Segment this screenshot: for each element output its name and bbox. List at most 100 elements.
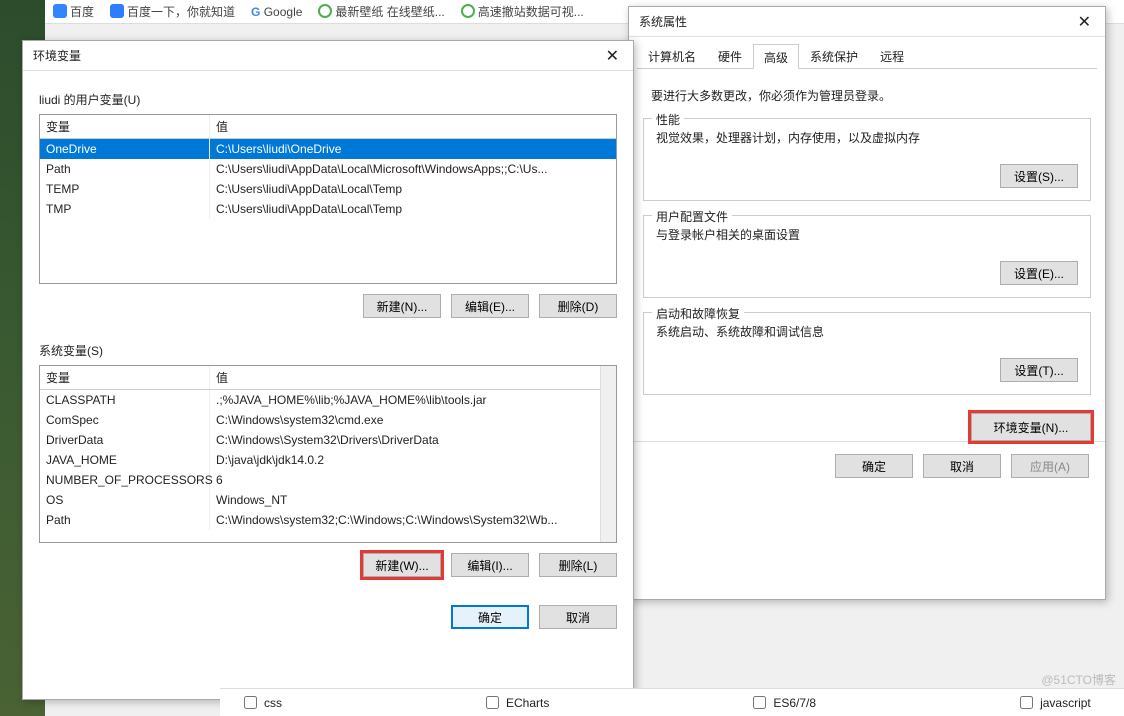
tab-computer-name[interactable]: 计算机名 xyxy=(637,43,707,68)
cb-label: ES6/7/8 xyxy=(773,696,816,710)
tab-system-protection[interactable]: 系统保护 xyxy=(799,43,869,68)
checkbox[interactable] xyxy=(1020,696,1033,709)
cell-val: C:\Windows\system32;C:\Windows;C:\Window… xyxy=(210,510,616,530)
dialog-title: 环境变量 xyxy=(33,47,81,64)
bookmark-gaosu[interactable]: 高速撤站数据可视... xyxy=(461,3,584,20)
list-row[interactable]: OneDrive C:\Users\liudi\OneDrive xyxy=(40,139,616,159)
section-text: 系统启动、系统故障和调试信息 xyxy=(656,323,1078,340)
tab-remote[interactable]: 远程 xyxy=(869,43,915,68)
tab-advanced[interactable]: 高级 xyxy=(753,44,799,69)
bookmark-label: 高速撤站数据可视... xyxy=(478,5,584,19)
list-row[interactable]: Path C:\Users\liudi\AppData\Local\Micros… xyxy=(40,159,616,179)
ok-button[interactable]: 确定 xyxy=(835,454,913,478)
list-row[interactable]: JAVA_HOMED:\java\jdk\jdk14.0.2 xyxy=(40,450,616,470)
cell-val: C:\Users\liudi\AppData\Local\Temp xyxy=(210,179,616,199)
close-icon[interactable]: ✕ xyxy=(1074,12,1095,32)
list-header[interactable]: 变量 值 xyxy=(40,115,616,139)
user-vars-label: liudi 的用户变量(U) xyxy=(39,91,617,108)
edit-e-button[interactable]: 编辑(E)... xyxy=(451,294,529,318)
system-properties-dialog: 系统属性 ✕ 计算机名 硬件 高级 系统保护 远程 要进行大多数更改，你必须作为… xyxy=(628,6,1106,600)
cell-var: JAVA_HOME xyxy=(40,450,210,470)
checkbox[interactable] xyxy=(486,696,499,709)
apply-button[interactable]: 应用(A) xyxy=(1011,454,1089,478)
list-row[interactable]: PathC:\Windows\system32;C:\Windows;C:\Wi… xyxy=(40,510,616,530)
list-row[interactable]: NUMBER_OF_PROCESSORS6 xyxy=(40,470,616,490)
cb-label: ECharts xyxy=(506,696,549,710)
settings-s-button[interactable]: 设置(S)... xyxy=(1000,164,1078,188)
section-startup: 启动和故障恢复 系统启动、系统故障和调试信息 设置(T)... xyxy=(643,312,1091,395)
scrollbar[interactable] xyxy=(600,366,616,542)
cancel-button[interactable]: 取消 xyxy=(923,454,1001,478)
delete-l-button[interactable]: 删除(L) xyxy=(539,553,617,577)
list-row[interactable]: DriverDataC:\Windows\System32\Drivers\Dr… xyxy=(40,430,616,450)
cancel-button[interactable]: 取消 xyxy=(539,605,617,629)
env-vars-button[interactable]: 环境变量(N)... xyxy=(971,413,1091,441)
cell-val: C:\Windows\System32\Drivers\DriverData xyxy=(210,430,616,450)
cell-var: DriverData xyxy=(40,430,210,450)
bookmark-baidu-know[interactable]: 百度一下，你就知道 xyxy=(110,3,235,20)
list-row[interactable]: TEMP C:\Users\liudi\AppData\Local\Temp xyxy=(40,179,616,199)
section-user-profile: 用户配置文件 与登录帐户相关的桌面设置 设置(E)... xyxy=(643,215,1091,298)
bookmark-google[interactable]: G Google xyxy=(251,5,302,19)
bookmark-label: 百度 xyxy=(70,5,94,19)
cell-val: .;%JAVA_HOME%\lib;%JAVA_HOME%\lib\tools.… xyxy=(210,390,616,410)
bookmark-label: 百度一下，你就知道 xyxy=(127,5,235,19)
cell-var: Path xyxy=(40,159,210,179)
section-title: 用户配置文件 xyxy=(652,208,732,225)
cb-css[interactable]: css xyxy=(240,693,282,712)
new-w-button[interactable]: 新建(W)... xyxy=(363,553,441,577)
settings-e-button[interactable]: 设置(E)... xyxy=(1000,261,1078,285)
cell-var: OS xyxy=(40,490,210,510)
bottom-checkbox-strip: css ECharts ES6/7/8 javascript xyxy=(220,688,1124,716)
section-text: 视觉效果，处理器计划，内存使用，以及虚拟内存 xyxy=(656,129,1078,146)
delete-d-button[interactable]: 删除(D) xyxy=(539,294,617,318)
sys-vars-list[interactable]: 变量 值 CLASSPATH.;%JAVA_HOME%\lib;%JAVA_HO… xyxy=(39,365,617,543)
cell-val: C:\Users\liudi\OneDrive xyxy=(210,139,616,159)
dialog-title: 系统属性 xyxy=(639,13,687,30)
cb-label: javascript xyxy=(1040,696,1091,710)
col-variable[interactable]: 变量 xyxy=(40,115,210,138)
cell-var: NUMBER_OF_PROCESSORS xyxy=(40,470,210,490)
cb-es[interactable]: ES6/7/8 xyxy=(749,693,816,712)
tab-hardware[interactable]: 硬件 xyxy=(707,43,753,68)
cell-val: C:\Users\liudi\AppData\Local\Microsoft\W… xyxy=(210,159,616,179)
col-value[interactable]: 值 xyxy=(210,115,616,138)
close-icon[interactable]: ✕ xyxy=(602,46,623,66)
ok-button[interactable]: 确定 xyxy=(451,605,529,629)
cell-val: Windows_NT xyxy=(210,490,616,510)
col-value[interactable]: 值 xyxy=(210,366,616,389)
cb-echarts[interactable]: ECharts xyxy=(482,693,549,712)
cb-label: css xyxy=(264,696,282,710)
cell-var: Path xyxy=(40,510,210,530)
cell-val: D:\java\jdk\jdk14.0.2 xyxy=(210,450,616,470)
list-row[interactable]: TMP C:\Users\liudi\AppData\Local\Temp xyxy=(40,199,616,219)
checkbox[interactable] xyxy=(753,696,766,709)
section-title: 性能 xyxy=(652,111,684,128)
checkbox[interactable] xyxy=(244,696,257,709)
titlebar: 环境变量 ✕ xyxy=(23,41,633,71)
bookmark-label: 最新壁纸 在线壁纸... xyxy=(335,5,444,19)
settings-t-button[interactable]: 设置(T)... xyxy=(1000,358,1078,382)
watermark: @51CTO博客 xyxy=(1041,671,1116,688)
list-row[interactable]: OSWindows_NT xyxy=(40,490,616,510)
list-row[interactable]: ComSpecC:\Windows\system32\cmd.exe xyxy=(40,410,616,430)
titlebar: 系统属性 ✕ xyxy=(629,7,1105,37)
bookmark-baidu[interactable]: 百度 xyxy=(53,3,94,20)
env-vars-dialog: 环境变量 ✕ liudi 的用户变量(U) 变量 值 OneDrive C:\U… xyxy=(22,40,634,700)
new-n-button[interactable]: 新建(N)... xyxy=(363,294,441,318)
cell-var: TMP xyxy=(40,199,210,219)
col-variable[interactable]: 变量 xyxy=(40,366,210,389)
section-text: 与登录帐户相关的桌面设置 xyxy=(656,226,1078,243)
bookmark-wallpaper[interactable]: 最新壁纸 在线壁纸... xyxy=(318,3,444,20)
list-header[interactable]: 变量 值 xyxy=(40,366,616,390)
cell-val: 6 xyxy=(210,470,616,490)
cb-js[interactable]: javascript xyxy=(1016,693,1091,712)
cell-val: C:\Users\liudi\AppData\Local\Temp xyxy=(210,199,616,219)
sys-vars-label: 系统变量(S) xyxy=(39,342,617,359)
section-title: 启动和故障恢复 xyxy=(652,305,744,322)
cell-var: TEMP xyxy=(40,179,210,199)
user-vars-list[interactable]: 变量 值 OneDrive C:\Users\liudi\OneDrive Pa… xyxy=(39,114,617,284)
section-performance: 性能 视觉效果，处理器计划，内存使用，以及虚拟内存 设置(S)... xyxy=(643,118,1091,201)
edit-i-button[interactable]: 编辑(I)... xyxy=(451,553,529,577)
list-row[interactable]: CLASSPATH.;%JAVA_HOME%\lib;%JAVA_HOME%\l… xyxy=(40,390,616,410)
